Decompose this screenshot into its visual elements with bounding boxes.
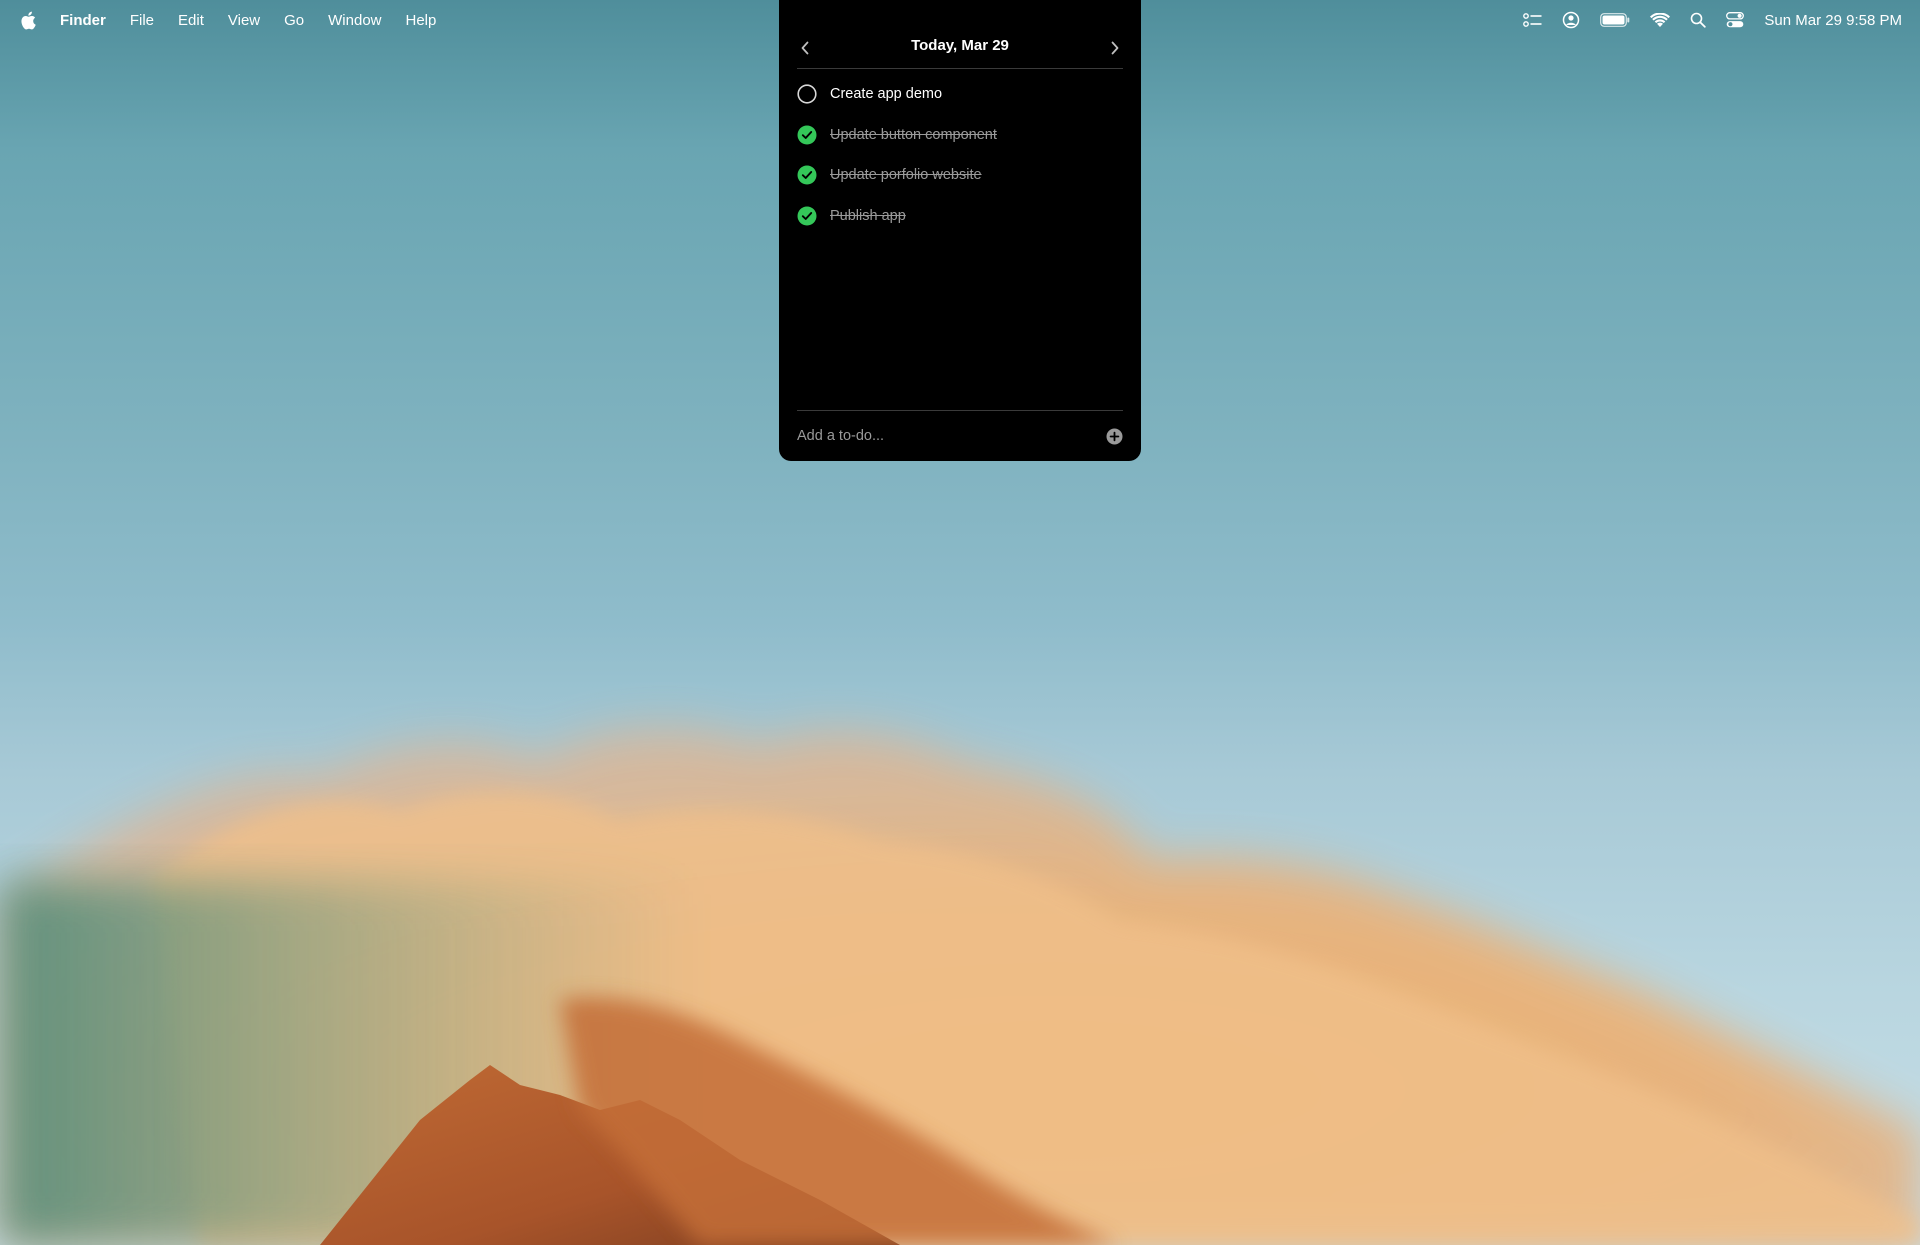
- apple-logo-icon[interactable]: [20, 10, 38, 30]
- todo-item[interactable]: Update porfolio website: [797, 155, 1123, 196]
- chevron-left-icon[interactable]: [795, 38, 815, 58]
- menu-window[interactable]: Window: [328, 12, 381, 29]
- todo-item[interactable]: Publish app: [797, 196, 1123, 237]
- checkmark-circle-icon[interactable]: [797, 165, 817, 185]
- menu-finder[interactable]: Finder: [60, 12, 106, 29]
- checkmark-circle-icon[interactable]: [797, 206, 817, 226]
- menu-bar-clock[interactable]: Sun Mar 29 9:58 PM: [1764, 12, 1902, 29]
- menu-edit[interactable]: Edit: [178, 12, 204, 29]
- todo-header: Today, Mar 29: [797, 28, 1123, 69]
- user-account-icon[interactable]: [1562, 10, 1580, 30]
- todo-list: Create app demo Update button component: [797, 74, 1123, 236]
- battery-icon[interactable]: [1600, 10, 1630, 30]
- menu-file[interactable]: File: [130, 12, 154, 29]
- search-icon[interactable]: [1690, 10, 1707, 30]
- todo-item-text: Publish app: [830, 207, 906, 224]
- desktop: Finder File Edit View Go Window Help Sun…: [0, 0, 1920, 1245]
- todo-item[interactable]: Create app demo: [797, 74, 1123, 115]
- todo-item-text: Update button component: [830, 126, 997, 143]
- todo-item-text: Create app demo: [830, 86, 943, 103]
- todo-item-text: Update porfolio website: [830, 167, 982, 184]
- checkmark-circle-icon[interactable]: [797, 125, 817, 145]
- menu-view[interactable]: View: [228, 12, 260, 29]
- todo-popover: Today, Mar 29 Create app demo Update but…: [779, 0, 1141, 461]
- todo-date-title: Today, Mar 29: [911, 36, 1009, 54]
- todo-item[interactable]: Update button component: [797, 115, 1123, 156]
- control-center-icon[interactable]: [1726, 10, 1745, 30]
- chevron-right-icon[interactable]: [1105, 38, 1125, 58]
- menu-go[interactable]: Go: [284, 12, 304, 29]
- plus-circle-icon[interactable]: [1105, 427, 1123, 445]
- unchecked-circle-icon[interactable]: [797, 84, 817, 104]
- wifi-icon[interactable]: [1650, 10, 1671, 30]
- add-todo-bar: [795, 410, 1123, 461]
- checklist-icon[interactable]: [1523, 10, 1542, 30]
- menu-help[interactable]: Help: [406, 12, 437, 29]
- add-todo-input[interactable]: [795, 427, 1105, 445]
